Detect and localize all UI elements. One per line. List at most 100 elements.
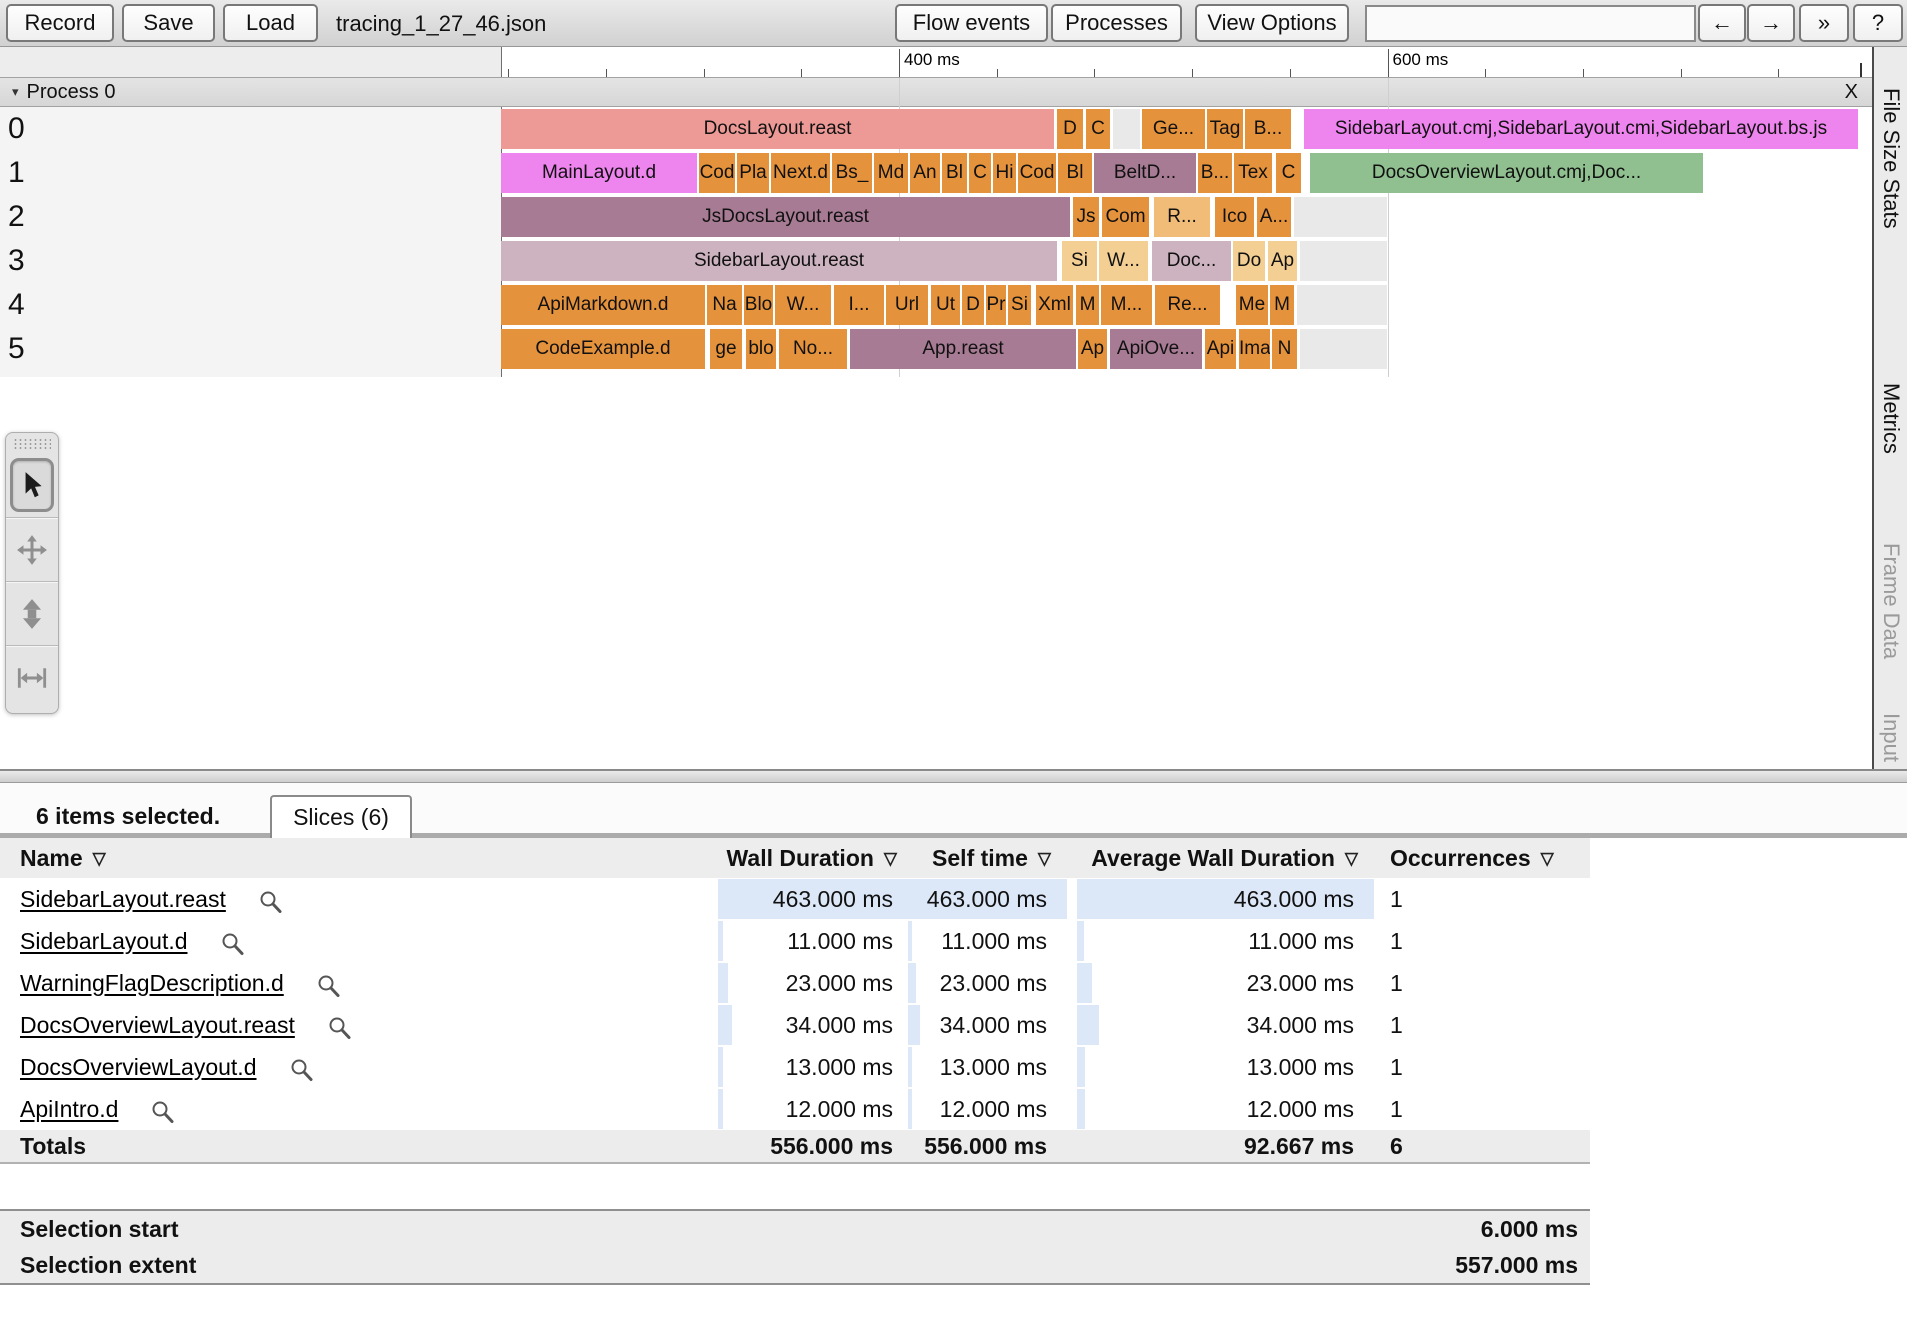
table-row[interactable]: DocsOverviewLayout.reast 34.000 ms 34.000 …	[0, 1004, 1590, 1046]
trace-slice[interactable]: W...	[775, 285, 831, 325]
more-options-button[interactable]: »	[1799, 4, 1849, 42]
sidebar-tab-metrics[interactable]: Metrics	[1878, 383, 1904, 454]
trace-slice[interactable]: C	[969, 153, 991, 193]
trace-slice[interactable]: Ge...	[1142, 109, 1205, 149]
trace-slice[interactable]: Cod	[1018, 153, 1056, 193]
trace-slice[interactable]: Ico	[1215, 197, 1254, 237]
trace-slice[interactable]: Ap	[1268, 241, 1297, 281]
slice-name-link[interactable]: DocsOverviewLayout.d	[20, 1054, 257, 1081]
trace-slice[interactable]: Bl	[1058, 153, 1092, 193]
trace-slice[interactable]: Pla	[737, 153, 769, 193]
panel-splitter[interactable]	[0, 769, 1907, 783]
trace-slice[interactable]: Ap	[1078, 329, 1107, 369]
column-header-name[interactable]: Name ▽	[20, 838, 106, 878]
table-row[interactable]: WarningFlagDescription.d 23.000 ms 23.000 …	[0, 962, 1590, 1004]
trace-slice[interactable]: No...	[779, 329, 847, 369]
trace-slice[interactable]: Tag	[1207, 109, 1243, 149]
trace-slice[interactable]: App.reast	[850, 329, 1076, 369]
trace-slice[interactable]: A...	[1257, 197, 1291, 237]
sort-icon[interactable]: ▽	[93, 849, 106, 869]
slice-name-link[interactable]: DocsOverviewLayout.reast	[20, 1012, 295, 1039]
trace-slice[interactable]: M	[1270, 285, 1294, 325]
table-row[interactable]: SidebarLayout.reast 463.000 ms 463.000 ms 4…	[0, 878, 1590, 920]
magnifier-icon[interactable]	[258, 889, 284, 915]
trace-slice[interactable]: Si	[1062, 241, 1097, 281]
magnifier-icon[interactable]	[150, 1099, 176, 1125]
sidebar-tab-frame-data[interactable]: Frame Data	[1878, 543, 1904, 659]
search-input[interactable]	[1365, 5, 1696, 42]
column-header-self-time[interactable]: Self time ▽	[908, 838, 1067, 878]
trace-slice[interactable]: DocsLayout.reast	[501, 109, 1054, 149]
trace-slice[interactable]: SidebarLayout.cmj,SidebarLayout.cmi,Side…	[1304, 109, 1858, 149]
trace-slice[interactable]: Bs_	[832, 153, 872, 193]
toolbar-drag-handle[interactable]	[13, 438, 51, 450]
save-button[interactable]: Save	[122, 4, 215, 42]
trace-slice[interactable]: Hi	[993, 153, 1016, 193]
column-header-wall-duration[interactable]: Wall Duration ▽	[718, 838, 913, 878]
trace-slice[interactable]: Si	[1008, 285, 1031, 325]
trace-slice[interactable]: Next.d	[771, 153, 830, 193]
sort-icon[interactable]: ▽	[1038, 849, 1051, 869]
trace-slice[interactable]: Re...	[1155, 285, 1220, 325]
selection-mode-button[interactable]	[6, 453, 58, 517]
trace-slice[interactable]: C	[1276, 153, 1301, 193]
trace-slice[interactable]: Ima	[1239, 329, 1270, 369]
tab-slices[interactable]: Slices (6)	[270, 795, 412, 838]
slice-name-link[interactable]: ApiIntro.d	[20, 1096, 118, 1123]
trace-slice[interactable]: Do	[1233, 241, 1265, 281]
trace-slice[interactable]: Xml	[1036, 285, 1073, 325]
trace-slice[interactable]: ApiMarkdown.d	[501, 285, 705, 325]
trace-slice[interactable]: CodeExample.d	[501, 329, 705, 369]
trace-slice[interactable]: W...	[1099, 241, 1148, 281]
flow-events-button[interactable]: Flow events	[895, 4, 1048, 42]
magnifier-icon[interactable]	[289, 1057, 315, 1083]
trace-slice[interactable]: DocsOverviewLayout.cmj,Doc...	[1310, 153, 1703, 193]
table-row[interactable]: DocsOverviewLayout.d 13.000 ms 13.000 ms 13…	[0, 1046, 1590, 1088]
magnifier-icon[interactable]	[220, 931, 246, 957]
slice-name-link[interactable]: WarningFlagDescription.d	[20, 970, 284, 997]
help-button[interactable]: ?	[1853, 4, 1903, 42]
trace-slice[interactable]: M	[1076, 285, 1099, 325]
table-row[interactable]: ApiIntro.d 12.000 ms 12.000 ms 12.000 ms 1	[0, 1088, 1590, 1130]
trace-slice[interactable]: Cod	[699, 153, 735, 193]
trace-slice[interactable]: Na	[707, 285, 742, 325]
trace-slice[interactable]: N	[1272, 329, 1297, 369]
trace-slice[interactable]: Blo	[744, 285, 773, 325]
pan-mode-button[interactable]	[6, 517, 58, 581]
trace-slice[interactable]: SidebarLayout.reast	[501, 241, 1057, 281]
view-options-button[interactable]: View Options	[1195, 4, 1349, 42]
trace-slice[interactable]: BeltD...	[1094, 153, 1196, 193]
trace-slice[interactable]: B...	[1198, 153, 1232, 193]
slice-name-link[interactable]: SidebarLayout.reast	[20, 886, 226, 913]
slice-name-link[interactable]: SidebarLayout.d	[20, 928, 188, 955]
trace-slice[interactable]: Bl	[942, 153, 967, 193]
magnifier-icon[interactable]	[327, 1015, 353, 1041]
trace-slice[interactable]: JsDocsLayout.reast	[501, 197, 1070, 237]
timing-mode-button[interactable]	[6, 645, 58, 709]
column-header-occurrences[interactable]: Occurrences ▽	[1390, 838, 1590, 878]
column-header-average-wall-duration[interactable]: Average Wall Duration ▽	[1077, 838, 1374, 878]
trace-slice[interactable]: Js	[1073, 197, 1099, 237]
sort-icon[interactable]: ▽	[1541, 849, 1554, 869]
trace-slice[interactable]: Ut	[931, 285, 960, 325]
process-header[interactable]: ▾ Process 0 X	[0, 77, 1872, 107]
find-next-button[interactable]: →	[1747, 4, 1795, 42]
trace-slice[interactable]: Url	[886, 285, 928, 325]
trace-slice[interactable]: ApiOve...	[1110, 329, 1202, 369]
trace-slice[interactable]: R...	[1154, 197, 1210, 237]
trace-slice[interactable]: M...	[1101, 285, 1152, 325]
trace-slice[interactable]: Com	[1102, 197, 1149, 237]
sidebar-tab-file-size-stats[interactable]: File Size Stats	[1878, 88, 1904, 229]
trace-slice[interactable]: An	[910, 153, 940, 193]
table-row[interactable]: SidebarLayout.d 11.000 ms 11.000 ms 11.000 …	[0, 920, 1590, 962]
find-previous-button[interactable]: ←	[1698, 4, 1746, 42]
trace-slice[interactable]: D	[962, 285, 984, 325]
trace-slice[interactable]: C	[1086, 109, 1110, 149]
trace-slice[interactable]: ge	[710, 329, 742, 369]
trace-slice[interactable]: Me	[1236, 285, 1268, 325]
processes-button[interactable]: Processes	[1051, 4, 1182, 42]
trace-slice[interactable]: Doc...	[1152, 241, 1231, 281]
trace-slice[interactable]: I...	[834, 285, 884, 325]
magnifier-icon[interactable]	[316, 973, 342, 999]
trace-slice[interactable]: D	[1057, 109, 1083, 149]
